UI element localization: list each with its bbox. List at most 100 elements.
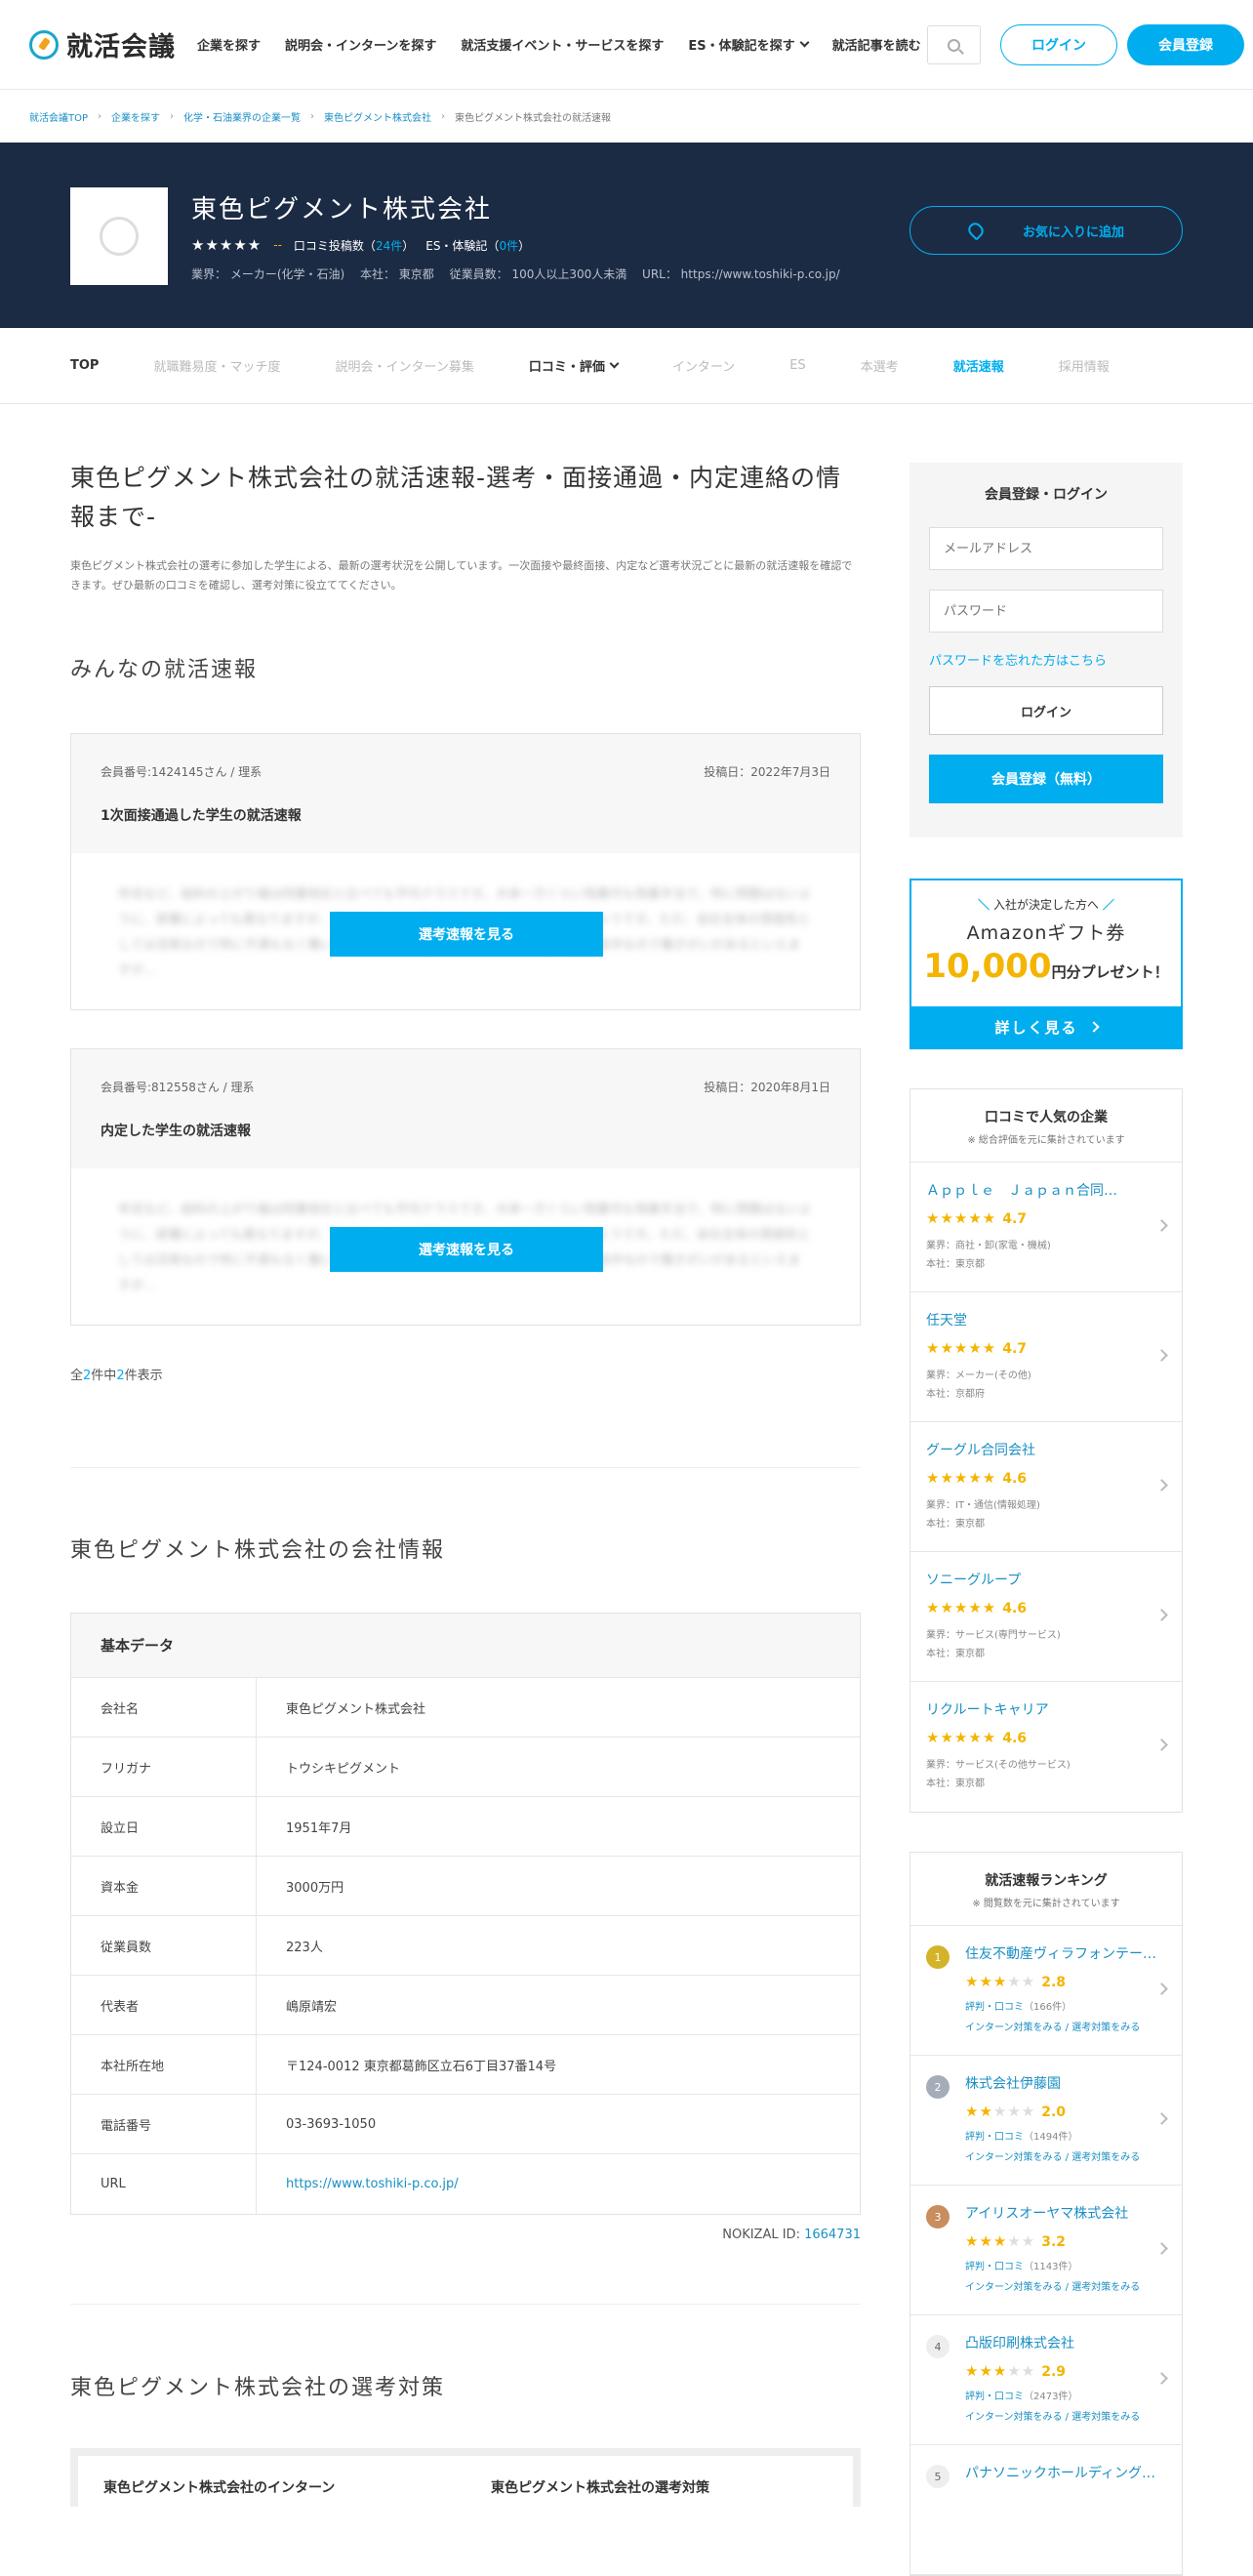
sidebar: 会員登録・ログイン パスワードを忘れた方はこちら ログイン 会員登録（無料） ＼… — [909, 463, 1183, 2576]
count-mid: 件中 — [91, 1369, 117, 1383]
tab-es[interactable]: ES — [789, 358, 805, 373]
header-login-button[interactable]: ログイン — [1000, 24, 1117, 65]
table-row: 代表者 嶋原靖宏 — [71, 1976, 860, 2035]
popular-item[interactable]: Ａｐｐｌｅ Ｊａｐａｎ合同会社 ★★★★★ 4.7 業界：商社・卸(家電・機械) 本社：… — [910, 1163, 1182, 1292]
nav-es[interactable]: ES・体験記を探す — [688, 35, 810, 54]
breadcrumb-companies[interactable]: 企業を探す — [111, 109, 160, 124]
report-card: 会員番号:1424145さん / 理系 投稿日：2022年7月3日 1次面接通過し… — [70, 733, 861, 1010]
slash-right-icon: ／ — [1102, 898, 1114, 912]
tab-selection[interactable]: 本選考 — [861, 356, 899, 375]
amazon-price-value: 10,000 — [923, 947, 1052, 986]
ranking-subtitle: ※ 閲覧数を元に集計されています — [972, 1899, 1120, 1909]
ranking-links[interactable]: インターン対策をみる / 選考対策をみる — [965, 2278, 1166, 2293]
heart-icon — [965, 220, 987, 241]
breadcrumb-top[interactable]: 就活会議TOP — [29, 109, 88, 124]
search-button[interactable] — [927, 25, 981, 64]
nav-articles[interactable]: 就活記事を読む — [832, 35, 921, 54]
search-icon — [948, 38, 960, 52]
nav-seminars[interactable]: 説明会・インターンを探す — [285, 35, 436, 54]
rating-stars-icon: ★★★★★ 4.6 — [926, 1599, 1028, 1616]
ranking-links[interactable]: インターン対策をみる / 選考対策をみる — [965, 2148, 1166, 2163]
tab-recruit[interactable]: 採用情報 — [1059, 356, 1110, 375]
popular-company-name[interactable]: リクルートキャリア — [926, 1699, 1121, 1719]
tab-intern[interactable]: インターン — [672, 356, 735, 375]
popular-company-name[interactable]: Ａｐｐｌｅ Ｊａｐａｎ合同会社 — [926, 1180, 1121, 1200]
reviews-count: （2473件） — [1024, 2392, 1078, 2402]
ranking-company-name[interactable]: 住友不動産ヴィラフォンテーヌ株式会社 — [965, 1943, 1160, 1963]
ranking-rating: 2.9 — [1041, 2364, 1067, 2380]
ranking-company-name[interactable]: 株式会社伊藤園 — [965, 2073, 1160, 2093]
popular-hq: 本社：東京都 — [926, 1649, 985, 1659]
view-report-button[interactable]: 選考速報を見る — [330, 1227, 603, 1272]
popular-company-name[interactable]: 任天堂 — [926, 1310, 1121, 1329]
forgot-password-link[interactable]: パスワードを忘れた方はこちら — [929, 650, 1163, 669]
header-register-button[interactable]: 会員登録 — [1127, 24, 1244, 65]
tab-top[interactable]: TOP — [70, 358, 99, 373]
ranking-item[interactable]: 3 アイリスオーヤマ株式会社 ★★★★★ 3.2 評判・口コミ（1143件） インターン対… — [910, 2186, 1182, 2315]
logo-icon — [29, 29, 59, 60]
rating-stars-icon: ★★★★★ 4.7 — [926, 1209, 1028, 1227]
count-suffix: 件表示 — [124, 1369, 163, 1383]
tab-seminars[interactable]: 説明会・インターン募集 — [335, 356, 473, 375]
tab-difficulty[interactable]: 就職難易度・マッチ度 — [153, 356, 280, 375]
popular-company-name[interactable]: ソニーグループ — [926, 1570, 1121, 1589]
ranking-reviews[interactable]: 評判・口コミ（1494件） — [965, 2128, 1166, 2143]
table-value: トウシキピグメント — [286, 1761, 401, 1777]
breadcrumb-industry[interactable]: 化学・石油業界の企業一覧 — [183, 109, 301, 124]
selection-box-title[interactable]: 東色ピグメント株式会社の選考対策 — [465, 2456, 853, 2507]
ranking-links[interactable]: インターン対策をみる / 選考対策をみる — [965, 2408, 1166, 2423]
table-row: URL https://www.toshiki-p.co.jp/ — [71, 2154, 860, 2214]
company-url-link[interactable]: https://www.toshiki-p.co.jp/ — [257, 2177, 459, 2191]
view-report-button[interactable]: 選考速報を見る — [330, 912, 603, 957]
popular-item[interactable]: ソニーグループ ★★★★★ 4.6 業界：サービス(専門サービス) 本社：東京都 — [910, 1552, 1182, 1682]
es-count[interactable]: ES・体験記（0件） — [425, 237, 530, 254]
basic-data-table: 基本データ 会社名 東色ピグメント株式会社 フリガナ トウシキピグメント 設立日 19… — [70, 1613, 861, 2215]
ranking-item[interactable]: 4 凸版印刷株式会社 ★★★★★ 2.9 評判・口コミ（2473件） インターン対策をみる… — [910, 2315, 1182, 2445]
intern-box-title[interactable]: 東色ピグメント株式会社のインターン — [78, 2456, 465, 2507]
popular-company-name[interactable]: グーグル合同会社 — [926, 1440, 1121, 1459]
ranking-company-name[interactable]: パナソニックホールディングス株式会社 — [965, 2463, 1160, 2482]
password-input[interactable] — [929, 590, 1163, 633]
reviews-link[interactable]: 評判・口コミ — [965, 2132, 1024, 2143]
company-info-heading: 東色ピグメント株式会社の会社情報 — [70, 1538, 446, 1563]
popular-industry: 業界：商社・卸(家電・機械) — [926, 1241, 1051, 1251]
tab-reviews[interactable]: 口コミ・評価 — [529, 356, 620, 375]
ranking-item[interactable]: 2 株式会社伊藤園 ★★★★★ 2.0 評判・口コミ（1494件） インターン対策をみる … — [910, 2056, 1182, 2186]
table-key: 従業員数 — [71, 1916, 257, 1975]
ranking-links[interactable]: インターン対策をみる / 選考対策をみる — [965, 2019, 1166, 2033]
ranking-reviews[interactable]: 評判・口コミ（2473件） — [965, 2388, 1166, 2402]
star-empty-icon: ★★ — [1007, 1973, 1036, 1990]
ranking-item[interactable]: 5 パナソニックホールディングス株式会社 — [910, 2445, 1182, 2575]
ranking-reviews[interactable]: 評判・口コミ（166件） — [965, 1998, 1166, 2013]
site-logo[interactable]: 就活会議 — [29, 25, 176, 63]
result-count: 全2件中2件表示 — [70, 1365, 163, 1383]
ranking-company-name[interactable]: アイリスオーヤマ株式会社 — [965, 2203, 1160, 2223]
popular-item[interactable]: 任天堂 ★★★★★ 4.7 業界：メーカー(その他) 本社：京都府 — [910, 1292, 1182, 1422]
amazon-details-button[interactable]: 詳しく見る — [911, 1006, 1181, 1047]
nav-events[interactable]: 就活支援イベント・サービスを探す — [461, 35, 664, 54]
ranking-header: 就活速報ランキング ※ 閲覧数を元に集計されています — [910, 1853, 1182, 1926]
reviews-link[interactable]: 評判・口コミ — [965, 2262, 1024, 2272]
login-button[interactable]: ログイン — [929, 686, 1163, 735]
es-label: ES・体験記（ — [425, 238, 500, 253]
reviews-count[interactable]: 口コミ投稿数（24件） — [294, 237, 414, 254]
reviews-link[interactable]: 評判・口コミ — [965, 2002, 1024, 2013]
popular-item[interactable]: グーグル合同会社 ★★★★★ 4.6 業界：IT・通信(情報処理) 本社：東京都 — [910, 1422, 1182, 1552]
ranking-company-name[interactable]: 凸版印刷株式会社 — [965, 2333, 1160, 2352]
popular-item[interactable]: リクルートキャリア ★★★★★ 4.6 業界：サービス(その他サービス) 本社：東京都 — [910, 1682, 1182, 1812]
reviews-link[interactable]: 評判・口コミ — [965, 2392, 1024, 2402]
rating-stars-icon: ★★★★★ — [191, 236, 263, 254]
table-row: フリガナ トウシキピグメント — [71, 1738, 860, 1797]
tab-reports[interactable]: 就活速報 — [953, 356, 1004, 375]
email-input[interactable] — [929, 527, 1163, 570]
breadcrumb: 就活会議TOP › 企業を探す › 化学・石油業界の企業一覧 › 東色ピグメント株式会… — [0, 90, 1253, 143]
nokizal-value[interactable]: 1664731 — [804, 2228, 861, 2242]
breadcrumb-company[interactable]: 東色ピグメント株式会社 — [324, 109, 431, 124]
page-intro: 東色ピグメント株式会社の選考に参加した学生による、最新の選考状況を公開しています… — [70, 559, 853, 592]
amazon-gift-banner[interactable]: ＼ 入社が決定した方へ ／ Amazonギフト券 10,000円分プレゼント！ … — [909, 879, 1183, 1049]
ranking-reviews[interactable]: 評判・口コミ（1143件） — [965, 2258, 1166, 2272]
register-button[interactable]: 会員登録（無料） — [929, 755, 1163, 803]
add-favorite-button[interactable]: お気に入りに追加 — [909, 206, 1183, 255]
ranking-item[interactable]: 1 住友不動産ヴィラフォンテーヌ株式会社 ★★★★★ 2.8 評判・口コミ（166件） イ… — [910, 1926, 1182, 2056]
nav-companies[interactable]: 企業を探す — [197, 35, 261, 54]
